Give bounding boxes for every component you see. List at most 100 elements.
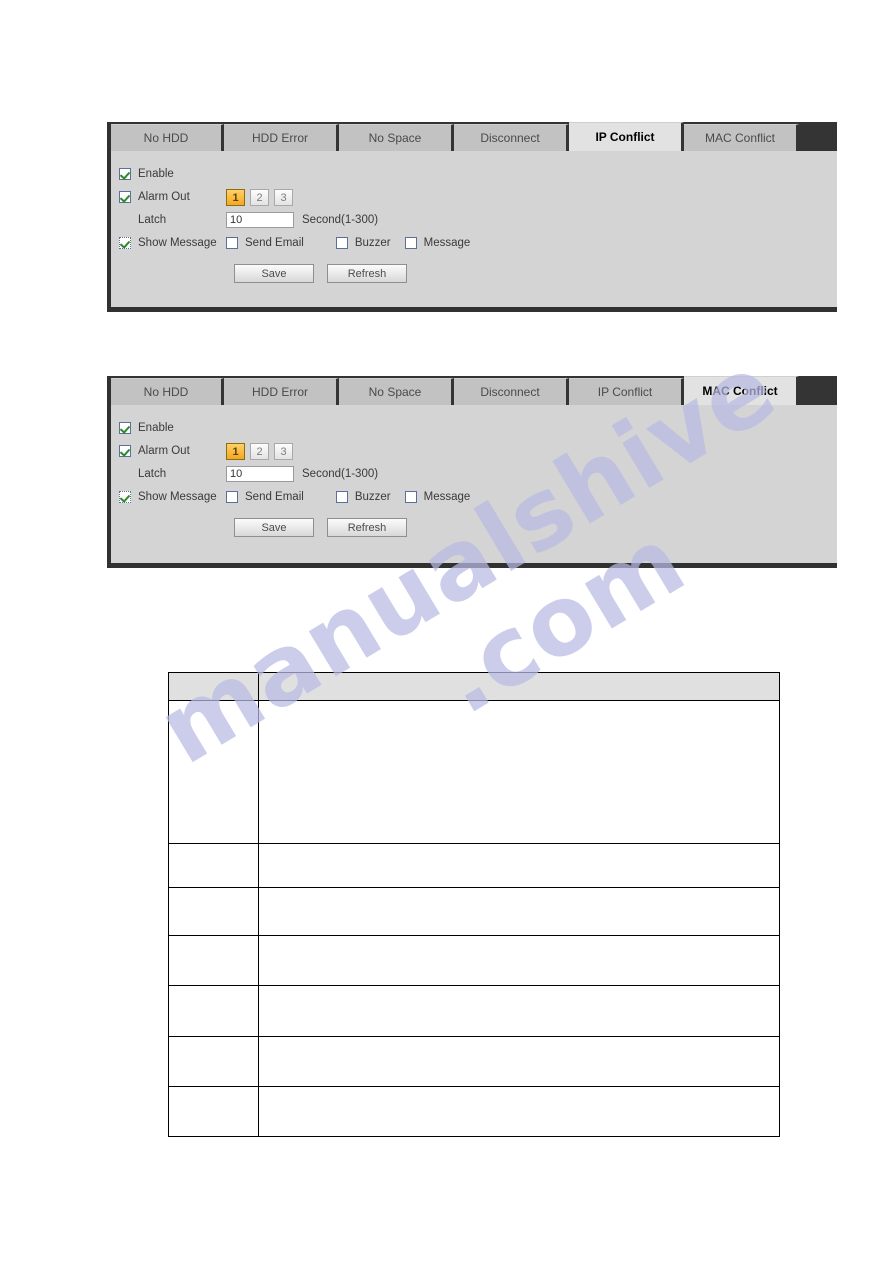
- tab2-no-space[interactable]: No Space: [339, 378, 454, 405]
- latch-input[interactable]: [226, 212, 294, 228]
- tab-hdd-error[interactable]: HDD Error: [224, 124, 339, 151]
- refresh-button-2[interactable]: Refresh: [327, 518, 407, 537]
- tab2-hdd-error[interactable]: HDD Error: [224, 378, 339, 405]
- show-message-label-2: Show Message: [138, 491, 217, 503]
- latch-input-2[interactable]: [226, 466, 294, 482]
- save-button[interactable]: Save: [234, 264, 314, 283]
- show-message-label: Show Message: [138, 237, 217, 249]
- panel2-latch-row: Latch Second(1-300): [119, 463, 837, 485]
- parameter-description-table: [168, 672, 780, 1137]
- panel1-latch-row: Latch Second(1-300): [119, 209, 837, 231]
- tab-disconnect[interactable]: Disconnect: [454, 124, 569, 151]
- panel1-form: Enable Alarm Out 1 2 3 Latch Second(1-30…: [111, 151, 837, 307]
- table-row: [168, 887, 780, 936]
- buzzer-label-2: Buzzer: [354, 491, 391, 503]
- message-group-2: Message: [404, 491, 471, 503]
- tab2-no-hdd[interactable]: No HDD: [111, 378, 224, 405]
- alarm-out-option-2-2[interactable]: 2: [250, 442, 269, 460]
- buzzer-checkbox[interactable]: [335, 237, 348, 249]
- latch-unit-label: Second(1-300): [302, 214, 379, 226]
- alarm-out-option-2[interactable]: 2: [250, 188, 269, 206]
- panel2-form: Enable Alarm Out 1 2 3 Latch Second(1-30…: [111, 405, 837, 563]
- panel2-button-row: Save Refresh: [234, 518, 837, 537]
- table-row: [168, 985, 780, 1037]
- buzzer-checkbox-2[interactable]: [335, 491, 348, 503]
- send-email-checkbox[interactable]: [226, 237, 238, 249]
- send-email-checkbox-2[interactable]: [226, 491, 238, 503]
- message-label: Message: [423, 237, 471, 249]
- tab-no-hdd[interactable]: No HDD: [111, 124, 224, 151]
- alarm-out-option-3-2[interactable]: 3: [274, 442, 293, 460]
- panel1-tabbar: No HDD HDD Error No Space Disconnect IP …: [111, 122, 837, 151]
- enable-checkbox[interactable]: [119, 168, 131, 180]
- table-cell-parameter: [168, 1086, 259, 1137]
- table-cell-description: [258, 1036, 780, 1087]
- latch-unit-label-2: Second(1-300): [302, 468, 379, 480]
- alarm-out-option-1-2[interactable]: 1: [226, 442, 245, 460]
- mac-conflict-panel: No HDD HDD Error No Space Disconnect IP …: [107, 376, 837, 568]
- save-button-2[interactable]: Save: [234, 518, 314, 537]
- tab-ip-conflict[interactable]: IP Conflict: [569, 122, 684, 151]
- panel1-show-message-row: Show Message Send Email Buzzer Message: [119, 232, 837, 254]
- send-email-group: Send Email: [226, 237, 304, 249]
- ip-conflict-panel: No HDD HDD Error No Space Disconnect IP …: [107, 122, 837, 312]
- alarm-out-checkbox[interactable]: [119, 191, 131, 203]
- table-row: [168, 1036, 780, 1087]
- send-email-group-2: Send Email: [226, 491, 304, 503]
- show-message-checkbox-2[interactable]: [119, 491, 131, 503]
- message-label-2: Message: [423, 491, 471, 503]
- send-email-label: Send Email: [245, 237, 304, 249]
- refresh-button[interactable]: Refresh: [327, 264, 407, 283]
- table-cell-description: [258, 843, 780, 888]
- table-header-parameter: [168, 672, 259, 701]
- alarm-out-selector: 1 2 3: [226, 188, 298, 206]
- table-cell-parameter: [168, 935, 259, 986]
- tab2-disconnect[interactable]: Disconnect: [454, 378, 569, 405]
- panel1-enable-row: Enable: [119, 163, 837, 185]
- panel2-enable-row: Enable: [119, 417, 837, 439]
- latch-label-2: Latch: [138, 468, 167, 480]
- table-header-description: [258, 672, 780, 701]
- table-cell-parameter: [168, 1036, 259, 1087]
- send-email-label-2: Send Email: [245, 491, 304, 503]
- table-row: [168, 700, 780, 844]
- message-checkbox[interactable]: [404, 237, 417, 249]
- table-header-row: [168, 672, 780, 701]
- alarm-out-label: Alarm Out: [138, 191, 190, 203]
- table-row: [168, 843, 780, 888]
- tab2-mac-conflict[interactable]: MAC Conflict: [684, 376, 799, 405]
- table-cell-parameter: [168, 843, 259, 888]
- alarm-out-option-1[interactable]: 1: [226, 188, 245, 206]
- show-message-checkbox[interactable]: [119, 237, 131, 249]
- latch-label: Latch: [138, 214, 167, 226]
- tab2-ip-conflict[interactable]: IP Conflict: [569, 378, 684, 405]
- buzzer-group: Buzzer: [335, 237, 391, 249]
- table-cell-parameter: [168, 700, 259, 844]
- table-row: [168, 935, 780, 986]
- alarm-out-selector-2: 1 2 3: [226, 442, 298, 460]
- table-cell-description: [258, 887, 780, 936]
- alarm-out-checkbox-2[interactable]: [119, 445, 131, 457]
- panel2-tabbar: No HDD HDD Error No Space Disconnect IP …: [111, 376, 837, 405]
- table-cell-description: [258, 1086, 780, 1137]
- message-group: Message: [404, 237, 471, 249]
- table-cell-parameter: [168, 985, 259, 1037]
- panel1-button-row: Save Refresh: [234, 264, 837, 283]
- buzzer-group-2: Buzzer: [335, 491, 391, 503]
- enable-label: Enable: [138, 168, 174, 180]
- alarm-out-label-2: Alarm Out: [138, 445, 190, 457]
- panel2-alarm-out-row: Alarm Out 1 2 3: [119, 440, 837, 462]
- alarm-out-option-3[interactable]: 3: [274, 188, 293, 206]
- panel1-alarm-out-row: Alarm Out 1 2 3: [119, 186, 837, 208]
- enable-label-2: Enable: [138, 422, 174, 434]
- panel2-show-message-row: Show Message Send Email Buzzer Message: [119, 486, 837, 508]
- message-checkbox-2[interactable]: [404, 491, 417, 503]
- tab-mac-conflict[interactable]: MAC Conflict: [684, 124, 799, 151]
- enable-checkbox-2[interactable]: [119, 422, 131, 434]
- tab-no-space[interactable]: No Space: [339, 124, 454, 151]
- table-row: [168, 1086, 780, 1137]
- buzzer-label: Buzzer: [354, 237, 391, 249]
- table-cell-description: [258, 935, 780, 986]
- table-cell-description: [258, 700, 780, 844]
- table-cell-parameter: [168, 887, 259, 936]
